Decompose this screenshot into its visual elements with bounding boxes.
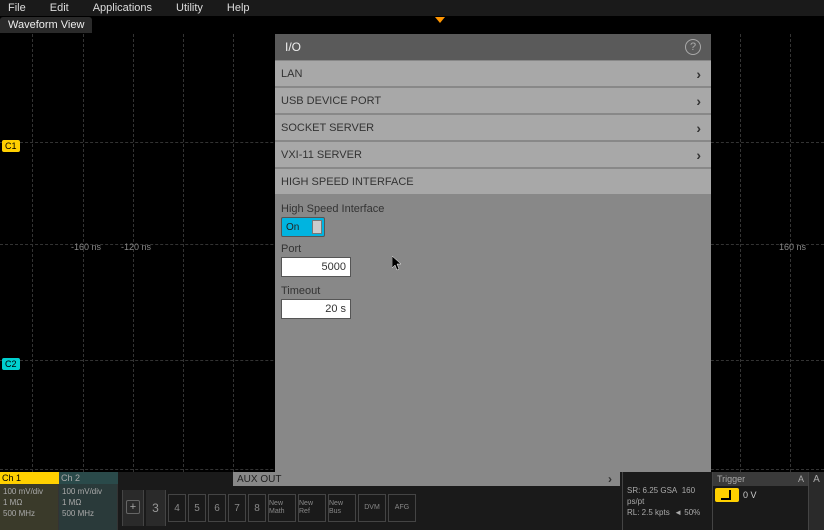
io-row-label: VXI-11 SERVER bbox=[281, 149, 362, 161]
menu-help[interactable]: Help bbox=[215, 2, 262, 14]
toggle-handle-icon bbox=[312, 220, 322, 234]
channel-add-row: + 3 4 5 6 7 8 New Math New Ref New Bus D… bbox=[118, 486, 622, 530]
chevron-right-icon: › bbox=[696, 93, 701, 109]
new-math-button[interactable]: New Math bbox=[268, 494, 296, 522]
grid-line bbox=[183, 34, 184, 472]
time-axis-label: 160 ns bbox=[779, 242, 806, 252]
trigger-level: 0 V bbox=[743, 490, 757, 500]
ch2-tab[interactable]: Ch 2 bbox=[59, 472, 118, 484]
top-menubar: File Edit Applications Utility Help bbox=[0, 0, 824, 16]
hsi-toggle-label: High Speed Interface bbox=[281, 203, 705, 215]
waveform-view-tab[interactable]: Waveform View bbox=[0, 17, 92, 33]
ch2-detail[interactable]: 100 mV/div 1 MΩ 500 MHz bbox=[59, 484, 118, 530]
chevron-right-icon: › bbox=[696, 147, 701, 163]
trigger-label: Trigger bbox=[717, 474, 745, 484]
time-axis-label: -160 ns bbox=[71, 242, 101, 252]
channel-3-button[interactable]: 3 bbox=[146, 490, 166, 526]
grid-line bbox=[740, 34, 741, 472]
io-row-lan[interactable]: LAN › bbox=[275, 61, 711, 86]
ch1-scale: 100 mV/div bbox=[3, 486, 55, 497]
channel-7-button[interactable]: 7 bbox=[228, 494, 246, 522]
ch2-bandwidth: 500 MHz bbox=[62, 508, 114, 519]
bottom-bar: Ch 1 Ch 2 100 mV/div 1 MΩ 500 MHz 100 mV… bbox=[0, 472, 824, 530]
channel-8-button[interactable]: 8 bbox=[248, 494, 266, 522]
sample-rate-info[interactable]: SR: 6.25 GSA 160 ps/pt RL: 2.5 kpts ◄ 50… bbox=[622, 472, 712, 530]
plus-icon: + bbox=[126, 500, 140, 514]
hsi-toggle[interactable]: On bbox=[281, 217, 325, 237]
menu-file[interactable]: File bbox=[4, 2, 38, 14]
io-row-usb[interactable]: USB DEVICE PORT › bbox=[275, 88, 711, 113]
ch1-detail[interactable]: 100 mV/div 1 MΩ 500 MHz bbox=[0, 484, 59, 530]
io-panel-title: I/O bbox=[285, 40, 301, 54]
channel-6-button[interactable]: 6 bbox=[208, 494, 226, 522]
view-tab-bar: Waveform View bbox=[0, 16, 824, 34]
io-panel: I/O ? LAN › USB DEVICE PORT › SOCKET SER… bbox=[275, 34, 711, 472]
add-spectrum-button[interactable]: + bbox=[122, 490, 144, 526]
port-input[interactable] bbox=[281, 257, 351, 277]
sample-rate: SR: 6.25 GSA bbox=[627, 486, 677, 495]
main-area: C1 C2 -160 ns -120 ns 160 ns I/O ? LAN ›… bbox=[0, 34, 824, 472]
channel-panels: Ch 1 Ch 2 100 mV/div 1 MΩ 500 MHz 100 mV… bbox=[0, 472, 118, 530]
menu-applications[interactable]: Applications bbox=[81, 2, 164, 14]
timeout-input[interactable] bbox=[281, 299, 351, 319]
grid-line bbox=[133, 34, 134, 472]
ch1-impedance: 1 MΩ bbox=[3, 497, 55, 508]
chevron-right-icon: › bbox=[608, 472, 612, 486]
grid-line bbox=[790, 34, 791, 472]
io-row-label: USB DEVICE PORT bbox=[281, 95, 381, 107]
port-label: Port bbox=[281, 243, 705, 255]
io-row-vxi[interactable]: VXI-11 SERVER › bbox=[275, 142, 711, 167]
channel-5-button[interactable]: 5 bbox=[188, 494, 206, 522]
io-row-label: HIGH SPEED INTERFACE bbox=[281, 176, 414, 188]
record-length: RL: 2.5 kpts bbox=[627, 508, 670, 517]
trigger-edge-icon bbox=[715, 488, 739, 502]
trigger-a-label: A bbox=[798, 474, 804, 484]
trigger-panel[interactable]: Trigger A 0 V bbox=[712, 472, 808, 530]
menu-edit[interactable]: Edit bbox=[38, 2, 81, 14]
timeout-label: Timeout bbox=[281, 285, 705, 297]
bottom-middle: AUX OUT › + 3 4 5 6 7 8 New Math New Ref… bbox=[118, 472, 622, 530]
grid-line bbox=[233, 34, 234, 472]
io-row-label: LAN bbox=[281, 68, 302, 80]
menu-utility[interactable]: Utility bbox=[164, 2, 215, 14]
dvm-button[interactable]: DVM bbox=[358, 494, 386, 522]
afg-button[interactable]: AFG bbox=[388, 494, 416, 522]
io-row-label: SOCKET SERVER bbox=[281, 122, 374, 134]
new-ref-button[interactable]: New Ref bbox=[298, 494, 326, 522]
io-panel-header: I/O ? bbox=[275, 34, 711, 60]
ch2-impedance: 1 MΩ bbox=[62, 497, 114, 508]
ch2-scale: 100 mV/div bbox=[62, 486, 114, 497]
chevron-right-icon: › bbox=[696, 120, 701, 136]
right-panel-toggle[interactable]: A bbox=[808, 472, 824, 530]
toggle-state-label: On bbox=[286, 222, 299, 233]
ch1-marker[interactable]: C1 bbox=[2, 140, 20, 152]
new-bus-button[interactable]: New Bus bbox=[328, 494, 356, 522]
chevron-right-icon: › bbox=[696, 66, 701, 82]
aux-out-row[interactable]: AUX OUT › bbox=[233, 472, 620, 486]
grid-line bbox=[32, 34, 33, 472]
help-icon[interactable]: ? bbox=[685, 39, 701, 55]
position-pct: ◄ 50% bbox=[674, 508, 700, 517]
ch1-tab[interactable]: Ch 1 bbox=[0, 472, 59, 484]
ch1-bandwidth: 500 MHz bbox=[3, 508, 55, 519]
io-content: High Speed Interface On Port Timeout bbox=[275, 195, 711, 472]
aux-out-label: AUX OUT bbox=[237, 474, 281, 485]
ch2-marker[interactable]: C2 bbox=[2, 358, 20, 370]
time-axis-label: -120 ns bbox=[121, 242, 151, 252]
grid-line bbox=[83, 34, 84, 472]
channel-4-button[interactable]: 4 bbox=[168, 494, 186, 522]
io-row-hsi: HIGH SPEED INTERFACE bbox=[275, 169, 711, 194]
io-row-socket[interactable]: SOCKET SERVER › bbox=[275, 115, 711, 140]
